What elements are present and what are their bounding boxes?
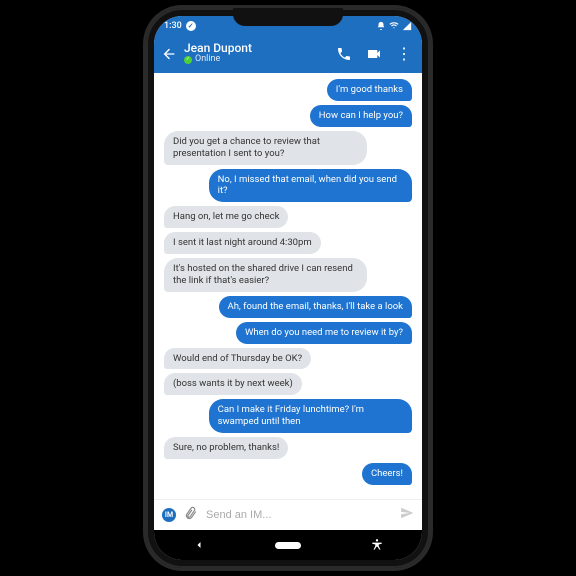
status-time: 1:30 xyxy=(164,21,182,31)
contact-status: ✓ Online xyxy=(184,55,330,65)
nav-home-icon[interactable] xyxy=(268,542,308,549)
messages-list[interactable]: I'm good thanks How can I help you? Did yo… xyxy=(154,73,422,499)
notification-icon xyxy=(376,21,386,31)
message-incoming[interactable]: Hang on, let me go check xyxy=(164,206,288,228)
back-arrow-icon[interactable] xyxy=(160,46,178,62)
contact-info[interactable]: Jean Dupont ✓ Online xyxy=(184,42,330,65)
message-incoming[interactable]: Would end of Thursday be OK? xyxy=(164,348,311,370)
message-outgoing[interactable]: Cheers! xyxy=(362,463,412,485)
input-bar: IM xyxy=(154,499,422,530)
wifi-icon xyxy=(389,21,399,31)
message-outgoing[interactable]: No, I missed that email, when did you se… xyxy=(209,169,412,203)
message-outgoing[interactable]: How can I help you? xyxy=(310,105,412,127)
attachment-icon[interactable] xyxy=(183,505,200,525)
message-incoming[interactable]: I sent it last night around 4:30pm xyxy=(164,232,321,254)
message-incoming[interactable]: (boss wants it by next week) xyxy=(164,373,302,395)
nav-bar xyxy=(154,530,422,560)
send-icon[interactable] xyxy=(400,506,414,524)
message-incoming[interactable]: Did you get a chance to review that pres… xyxy=(164,131,367,165)
status-text: Online xyxy=(195,55,220,65)
message-input[interactable] xyxy=(206,509,392,521)
message-incoming[interactable]: Sure, no problem, thanks! xyxy=(164,437,288,459)
phone-screen: 1:30 ✓ Jean Dupont ✓ Online xyxy=(154,16,422,560)
im-badge-icon[interactable]: IM xyxy=(162,508,176,522)
phone-frame: 1:30 ✓ Jean Dupont ✓ Online xyxy=(146,8,430,568)
message-outgoing[interactable]: When do you need me to review it by? xyxy=(236,322,412,344)
message-outgoing[interactable]: Ah, found the email, thanks, I'll take a… xyxy=(219,296,413,318)
nav-accessibility-icon[interactable] xyxy=(357,538,397,552)
chat-header: Jean Dupont ✓ Online ⋮ xyxy=(154,36,422,73)
more-menu-icon[interactable]: ⋮ xyxy=(396,46,412,62)
message-outgoing[interactable]: Can I make it Friday lunchtime? I'm swam… xyxy=(209,399,412,433)
nav-back-icon[interactable] xyxy=(179,539,219,551)
video-call-icon[interactable] xyxy=(366,46,382,62)
check-icon: ✓ xyxy=(186,21,196,31)
call-icon[interactable] xyxy=(336,46,352,62)
notch xyxy=(233,8,343,26)
online-dot-icon: ✓ xyxy=(184,56,192,64)
signal-icon xyxy=(402,21,412,31)
message-outgoing[interactable]: I'm good thanks xyxy=(327,79,412,101)
message-incoming[interactable]: It's hosted on the shared drive I can re… xyxy=(164,258,367,292)
